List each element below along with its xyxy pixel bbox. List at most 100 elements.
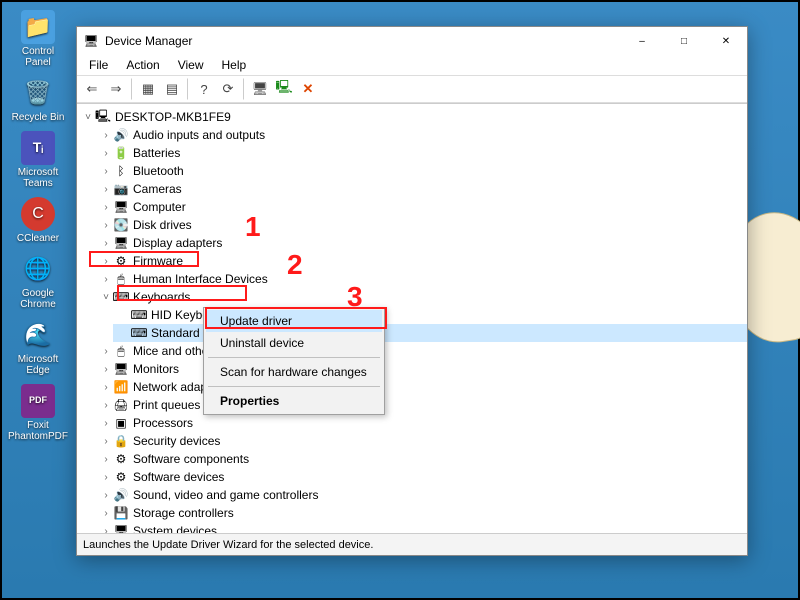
desktop-icon-label: FoxitPhantomPDF — [8, 420, 68, 442]
device-category-icon: 🖥 — [113, 524, 129, 533]
expand-icon[interactable]: › — [99, 130, 113, 141]
tree-node-label: Processors — [133, 416, 193, 430]
device-category-icon: 🔒 — [113, 434, 129, 448]
expand-icon[interactable]: › — [99, 400, 113, 411]
expand-icon[interactable]: › — [99, 490, 113, 501]
expand-icon[interactable]: › — [99, 454, 113, 465]
desktop-icon-microsoft-teams[interactable]: TᵢMicrosoftTeams — [10, 131, 66, 189]
expand-icon[interactable]: › — [99, 472, 113, 483]
maximize-button[interactable]: □ — [663, 27, 705, 55]
desktop-icon-recycle-bin[interactable]: 🗑️Recycle Bin — [10, 76, 66, 123]
context-properties[interactable]: Properties — [206, 390, 382, 412]
tree-node[interactable]: ›ᛒBluetooth — [95, 162, 747, 180]
update-driver-icon[interactable]: 🖥 — [249, 78, 271, 100]
expand-icon[interactable]: › — [99, 184, 113, 195]
expand-icon[interactable]: › — [99, 148, 113, 159]
tree-node-label: Display adapters — [133, 236, 222, 250]
menu-view[interactable]: View — [170, 56, 212, 74]
tree-node[interactable]: ›🖥 Display adapters — [95, 234, 747, 252]
uninstall-icon[interactable]: ✕ — [297, 78, 319, 100]
device-category-icon: 🖥 — [113, 236, 129, 250]
expand-icon[interactable]: › — [99, 274, 113, 285]
collapse-icon[interactable]: ˅ — [99, 292, 113, 303]
tree-node[interactable]: ›▣Processors — [95, 414, 747, 432]
expand-icon[interactable]: › — [99, 166, 113, 177]
tree-node[interactable]: ›💽Disk drives — [95, 216, 747, 234]
scan-icon[interactable]: 🖳 — [273, 78, 295, 100]
context-scan-for-hardware-changes[interactable]: Scan for hardware changes — [206, 361, 382, 383]
device-category-icon: 🔋 — [113, 146, 129, 160]
expand-icon[interactable]: › — [99, 436, 113, 447]
refresh-icon[interactable]: ⟳ — [217, 78, 239, 100]
tree-root[interactable]: ˅ 🖳 DESKTOP-MKB1FE9 — [77, 108, 747, 126]
help-icon[interactable]: ? — [193, 78, 215, 100]
tree-node[interactable]: ›🖱Mice and othe — [95, 342, 747, 360]
desktop-icon-microsoft-edge[interactable]: 🌊MicrosoftEdge — [10, 318, 66, 376]
details-icon[interactable]: ▤ — [161, 78, 183, 100]
tree-node[interactable]: ›📶Network adap — [95, 378, 747, 396]
expand-icon[interactable]: › — [99, 382, 113, 393]
tree-node[interactable]: ›📷Cameras — [95, 180, 747, 198]
tree-node-label: Computer — [133, 200, 186, 214]
expand-icon[interactable]: › — [99, 508, 113, 519]
desktop-icon-label: Recycle Bin — [12, 112, 65, 123]
expand-icon[interactable]: › — [99, 526, 113, 534]
tree-node[interactable]: ›🖥System devices — [95, 522, 747, 533]
control-panel-icon: 📁 — [21, 10, 55, 44]
tree-node-label: Sound, video and game controllers — [133, 488, 318, 502]
tree-node-label: Disk drives — [133, 218, 192, 232]
device-category-icon: 🖥 — [113, 200, 129, 214]
tree-node[interactable]: ›🔒Security devices — [95, 432, 747, 450]
expand-icon[interactable]: › — [99, 238, 113, 249]
toolbar: ⇐⇒ ▦▤?⟳ 🖥🖳✕ — [77, 75, 747, 103]
context-separator — [208, 357, 380, 358]
tree-node-label: Monitors — [133, 362, 179, 376]
show-hidden-icon[interactable]: ▦ — [137, 78, 159, 100]
device-category-icon: 🖱 — [113, 344, 129, 359]
tree-node[interactable]: ›💾Storage controllers — [95, 504, 747, 522]
tree-node[interactable]: ›🔊Audio inputs and outputs — [95, 126, 747, 144]
expand-icon[interactable]: › — [99, 346, 113, 357]
context-uninstall-device[interactable]: Uninstall device — [206, 332, 382, 354]
desktop-icon-label: MicrosoftTeams — [18, 167, 59, 189]
menu-file[interactable]: File — [81, 56, 116, 74]
desktop-icon-google-chrome[interactable]: 🌐GoogleChrome — [10, 252, 66, 310]
expand-icon[interactable]: › — [99, 418, 113, 429]
forward-icon[interactable]: ⇒ — [105, 78, 127, 100]
collapse-icon[interactable]: ˅ — [81, 112, 95, 123]
tree-node[interactable]: ›🖨Print queues — [95, 396, 747, 414]
menu-help[interactable]: Help — [214, 56, 255, 74]
minimize-button[interactable]: – — [621, 27, 663, 55]
tree-node-label: Firmware — [133, 254, 183, 268]
desktop: 📁ControlPanel 🗑️Recycle Bin TᵢMicrosoftTea… — [2, 2, 798, 598]
tree-node[interactable]: ›🖥 Computer — [95, 198, 747, 216]
device-tree[interactable]: ˅ 🖳 DESKTOP-MKB1FE9 ›🔊Audio inputs and o… — [77, 103, 747, 533]
back-icon[interactable]: ⇐ — [81, 78, 103, 100]
context-update-driver[interactable]: Update driver — [206, 310, 382, 332]
close-button[interactable]: ✕ — [705, 27, 747, 55]
expand-icon[interactable]: › — [99, 202, 113, 213]
desktop-icon-foxit-phantom-pdf[interactable]: PDFFoxitPhantomPDF — [10, 384, 66, 442]
tree-node[interactable]: ›🔋 Batteries — [95, 144, 747, 162]
menubar: FileActionViewHelp — [77, 55, 747, 75]
tree-node[interactable]: ˅⌨Keyboards — [95, 288, 747, 306]
expand-icon[interactable]: › — [99, 220, 113, 231]
device-manager-icon: 🖥 — [83, 33, 99, 49]
tree-node-label: Batteries — [133, 146, 180, 160]
device-category-icon: ⌨ — [113, 290, 129, 304]
menu-action[interactable]: Action — [118, 56, 167, 74]
expand-icon[interactable]: › — [99, 364, 113, 375]
tree-node[interactable]: ›🖱Human Interface Devices — [95, 270, 747, 288]
tree-node[interactable]: ›🔊Sound, video and game controllers — [95, 486, 747, 504]
tree-node[interactable]: ›⚙Firmware — [95, 252, 747, 270]
desktop-icon-ccleaner[interactable]: CCCleaner — [10, 197, 66, 244]
tree-node[interactable]: ›⚙Software components — [95, 450, 747, 468]
tree-node[interactable]: ›⚙Software devices — [95, 468, 747, 486]
toolbar-separator — [131, 78, 133, 100]
tree-node[interactable]: ›🖥Monitors — [95, 360, 747, 378]
device-category-icon: ⚙ — [113, 452, 129, 466]
titlebar[interactable]: 🖥 Device Manager – □ ✕ — [77, 27, 747, 55]
tree-node-label: Print queues — [133, 398, 200, 412]
expand-icon[interactable]: › — [99, 256, 113, 267]
desktop-icon-control-panel[interactable]: 📁ControlPanel — [10, 10, 66, 68]
